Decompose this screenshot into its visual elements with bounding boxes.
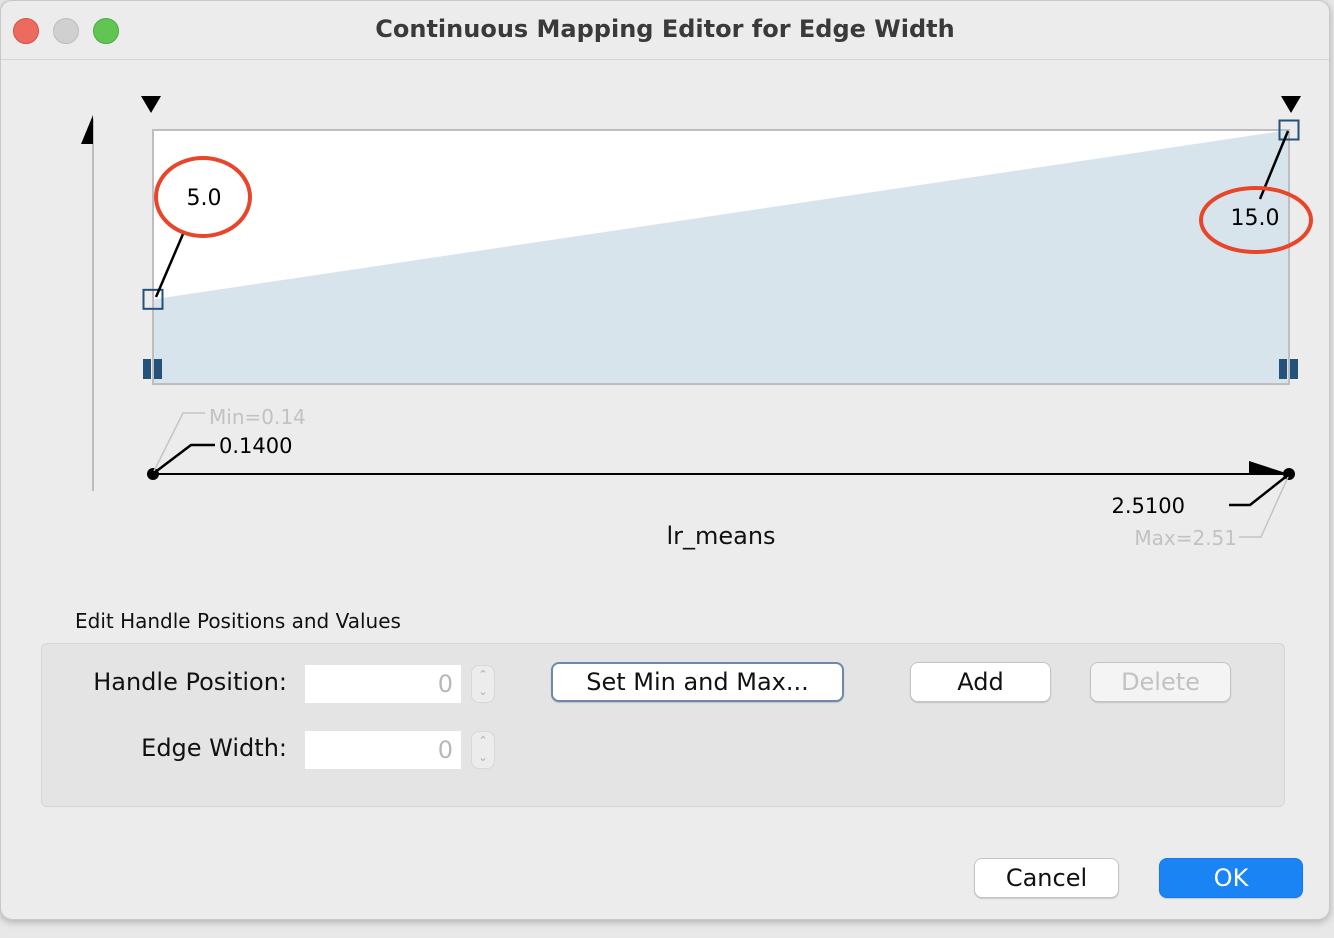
edge-width-stepper[interactable]: ⌃ ⌄ [471, 731, 495, 769]
max-value-label: 2.5100 [1112, 494, 1185, 518]
handle-position-label: Handle Position: [93, 668, 287, 696]
min-value-label: 0.1400 [219, 434, 292, 458]
handle-position-input[interactable]: 0 [305, 665, 461, 703]
min-value-leader [153, 443, 215, 474]
handle-marker-right-icon[interactable] [1281, 96, 1301, 113]
x-axis-label: lr_means [666, 522, 775, 550]
min-label: Min=0.14 [209, 405, 306, 429]
section-title: Edit Handle Positions and Values [75, 609, 401, 633]
point-label-left: 5.0 [187, 186, 222, 211]
max-value-leader [1229, 474, 1289, 507]
add-button[interactable]: Add [910, 662, 1051, 702]
min-leader [153, 412, 205, 472]
cancel-button[interactable]: Cancel [974, 858, 1119, 898]
mapping-editor-window: Continuous Mapping Editor for Edge Width… [0, 0, 1330, 920]
x-axis-arrow-icon [1249, 461, 1289, 474]
mapping-chart[interactable]: 5.0 15.0 Min=0.14 0.1400 2.5100 Max=2.51… [1, 1, 1329, 581]
ok-button[interactable]: OK [1159, 858, 1303, 898]
edge-width-label: Edge Width: [141, 734, 287, 762]
y-axis-arrow-icon [81, 115, 93, 144]
set-min-max-button[interactable]: Set Min and Max... [551, 662, 844, 702]
handle-position-stepper[interactable]: ⌃ ⌄ [471, 665, 495, 703]
max-label: Max=2.51 [1134, 526, 1237, 550]
edge-width-input[interactable]: 0 [305, 731, 461, 769]
point-label-right: 15.0 [1231, 206, 1280, 231]
delete-button[interactable]: Delete [1090, 662, 1231, 702]
max-leader [1239, 476, 1289, 538]
handle-marker-left-icon[interactable] [141, 96, 161, 113]
